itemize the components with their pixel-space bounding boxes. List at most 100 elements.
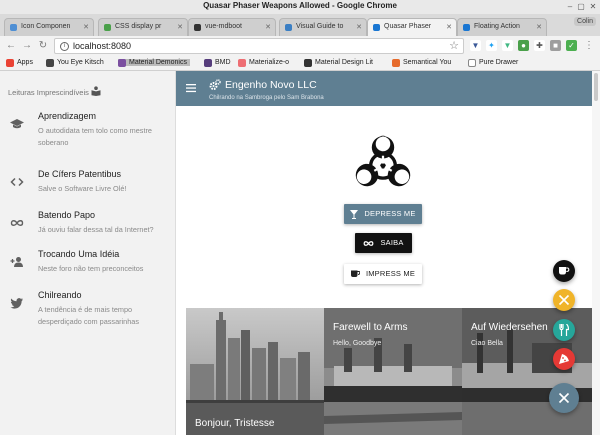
app-title: Engenho Novo LLC: [225, 79, 317, 91]
minimize-icon[interactable]: –: [565, 2, 575, 12]
tab-icon-component[interactable]: Icon Componen ✕: [4, 18, 94, 36]
menu-dots-icon[interactable]: ⋮: [582, 39, 596, 53]
tab-close-icon[interactable]: ✕: [356, 23, 362, 31]
drawer-item-label: Trocando Uma Idéia: [38, 249, 120, 259]
carousel-slide-caption: Bonjour, Tristesse: [195, 418, 275, 429]
coffee-icon: [350, 270, 360, 278]
bookmark-pure-drawer[interactable]: Pure Drawer: [468, 59, 519, 67]
city-photo: [186, 308, 324, 435]
bookmark-label: Semantical You: [403, 59, 452, 66]
drawer-item-label: Chilreando: [38, 290, 82, 300]
reload-icon[interactable]: ↻: [36, 39, 50, 53]
extension-grey-icon[interactable]: ■: [550, 40, 561, 51]
drawer-item-caption: Neste foro não tem preconceitos: [38, 264, 144, 273]
close-window-icon[interactable]: ✕: [588, 2, 598, 12]
page-scrollbar-thumb[interactable]: [594, 73, 598, 101]
carousel-slide-title: Auf Wiedersehen: [471, 322, 548, 333]
tab-vue-mdboot[interactable]: vue-mdboot ✕: [188, 18, 276, 36]
bookmark-label: Material Demonics: [129, 59, 187, 66]
drawer-item-label: Batendo Papo: [38, 210, 96, 220]
carousel-slide-title: Farewell to Arms: [333, 322, 408, 333]
bookmark-bmd[interactable]: BMD: [204, 59, 231, 67]
tab-close-icon[interactable]: ✕: [83, 23, 89, 31]
drawer-header: Leituras Imprescindíveis: [8, 88, 89, 97]
utensils-cross-icon: [558, 294, 570, 306]
saiba-label: SAIBA: [380, 238, 404, 247]
bookmark-star-icon[interactable]: ☆: [449, 39, 459, 52]
fab-coffee[interactable]: [553, 260, 575, 282]
drawer-item-trocando-uma-ideia[interactable]: Trocando Uma Idéia Neste foro não tem pr…: [0, 243, 176, 283]
fab-utensils-cross[interactable]: [553, 289, 575, 311]
tab-css-display[interactable]: CSS display pr ✕: [98, 18, 188, 36]
maximize-icon[interactable]: ▢: [576, 2, 586, 12]
fab-pizza[interactable]: [553, 348, 575, 370]
drawer-item-aprendizagem[interactable]: Aprendizagem O autodidata tem tolo como …: [0, 105, 176, 147]
extension-vue-icon[interactable]: ▼: [470, 40, 481, 51]
address-bar[interactable]: i localhost:8080 ☆: [54, 38, 464, 54]
impress-me-button[interactable]: IMPRESS ME: [344, 264, 422, 284]
carousel-slide[interactable]: Bonjour, Tristesse: [186, 308, 324, 435]
menu-icon[interactable]: [186, 83, 196, 93]
app-header: Engenho Novo LLC Chilrando na Sambroga p…: [176, 71, 600, 106]
page-scrollbar-track[interactable]: [592, 71, 600, 435]
pizza-icon: [559, 354, 569, 364]
fab-cutlery[interactable]: [553, 319, 575, 341]
extension-puzzle-icon[interactable]: ✚: [534, 40, 545, 51]
code-icon: [10, 177, 24, 187]
tab-visual-guide[interactable]: Visual Guide to ✕: [279, 18, 367, 36]
info-icon[interactable]: i: [60, 42, 69, 51]
forward-icon[interactable]: →: [20, 39, 34, 53]
tab-close-icon[interactable]: ✕: [446, 23, 452, 31]
extension-green-icon[interactable]: ●: [518, 40, 529, 51]
side-drawer: Leituras Imprescindíveis Aprendizagem O …: [0, 71, 176, 435]
cutlery-icon: [559, 324, 569, 336]
drawer-item-caption: O autodidata tem tolo como mestre sobera…: [38, 126, 152, 147]
fab-close[interactable]: [549, 383, 579, 413]
graduation-cap-icon: [10, 119, 24, 129]
bookmark-material-design-lite[interactable]: Material Design Lit: [304, 59, 373, 67]
favicon-icon: [10, 24, 17, 31]
bookmark-favicon-icon: [118, 59, 126, 67]
extension-check-icon[interactable]: ✓: [566, 40, 577, 51]
carousel-slide[interactable]: Auf Wiedersehen Ciao Bella: [462, 308, 600, 435]
twitter-icon: [10, 298, 23, 309]
bookmark-materialize[interactable]: Materialize-o: [238, 59, 289, 67]
bookmark-semantical-you[interactable]: Semantical You: [392, 59, 452, 67]
window-title-bar: Quasar Phaser Weapons Allowed - Google C…: [0, 0, 600, 14]
tab-label: Floating Action: [474, 23, 520, 30]
url-text[interactable]: localhost:8080: [73, 41, 131, 51]
extension-vue-devtools-icon[interactable]: ▼: [502, 40, 513, 51]
cogs-icon: [209, 79, 221, 90]
favicon-icon: [373, 24, 380, 31]
extension-twitter-icon[interactable]: ✦: [486, 40, 497, 51]
tab-label: vue-mdboot: [205, 23, 242, 30]
bookmark-favicon-icon: [46, 59, 54, 67]
back-icon[interactable]: ←: [4, 39, 18, 53]
drawer-item-caption: Salve o Software Livre Olé!: [38, 184, 127, 193]
drawer-item-chilreando[interactable]: Chilreando A tendência é de mais tempo d…: [0, 284, 176, 334]
infinity-icon: [10, 220, 24, 226]
bookmark-material-demonics[interactable]: Material Demonics: [118, 59, 190, 67]
tab-label: Visual Guide to: [296, 23, 344, 30]
drawer-item-batendo-papo[interactable]: Batendo Papo Já ouviu falar dessa tal da…: [0, 204, 176, 244]
tab-close-icon[interactable]: ✕: [177, 23, 183, 31]
profile-badge[interactable]: Colin: [574, 17, 596, 26]
bookmark-apps[interactable]: Apps: [6, 59, 33, 67]
depress-me-button[interactable]: DEPRESS ME: [344, 204, 422, 224]
carousel-slide[interactable]: Farewell to Arms Hello, Goodbye: [324, 308, 462, 435]
tab-floating-action[interactable]: Floating Action ✕: [457, 18, 547, 36]
bookmark-label: You Eye Kitsch: [57, 59, 104, 66]
browser-toolbar: ← → ↻ i localhost:8080 ☆ ▼ ✦ ▼ ● ✚ ■ ✓ ⋮: [0, 36, 600, 56]
drawer-item-de-cifers[interactable]: De Cífers Patentibus Salve o Software Li…: [0, 163, 176, 203]
tab-label: CSS display pr: [115, 23, 162, 30]
drawer-item-label: Aprendizagem: [38, 111, 97, 121]
tab-quasar-phaser[interactable]: Quasar Phaser ✕: [367, 18, 457, 36]
tab-close-icon[interactable]: ✕: [265, 23, 271, 31]
saiba-button[interactable]: SAIBA: [355, 233, 412, 253]
tab-close-icon[interactable]: ✕: [536, 23, 542, 31]
user-plus-icon: [10, 257, 23, 267]
infinity-icon: [364, 240, 374, 246]
image-carousel[interactable]: Bonjour, Tristesse Farewell to Arms Hell…: [186, 308, 600, 435]
bookmark-you-eye-kitsch[interactable]: You Eye Kitsch: [46, 59, 104, 67]
bookmark-label: Pure Drawer: [479, 59, 519, 66]
